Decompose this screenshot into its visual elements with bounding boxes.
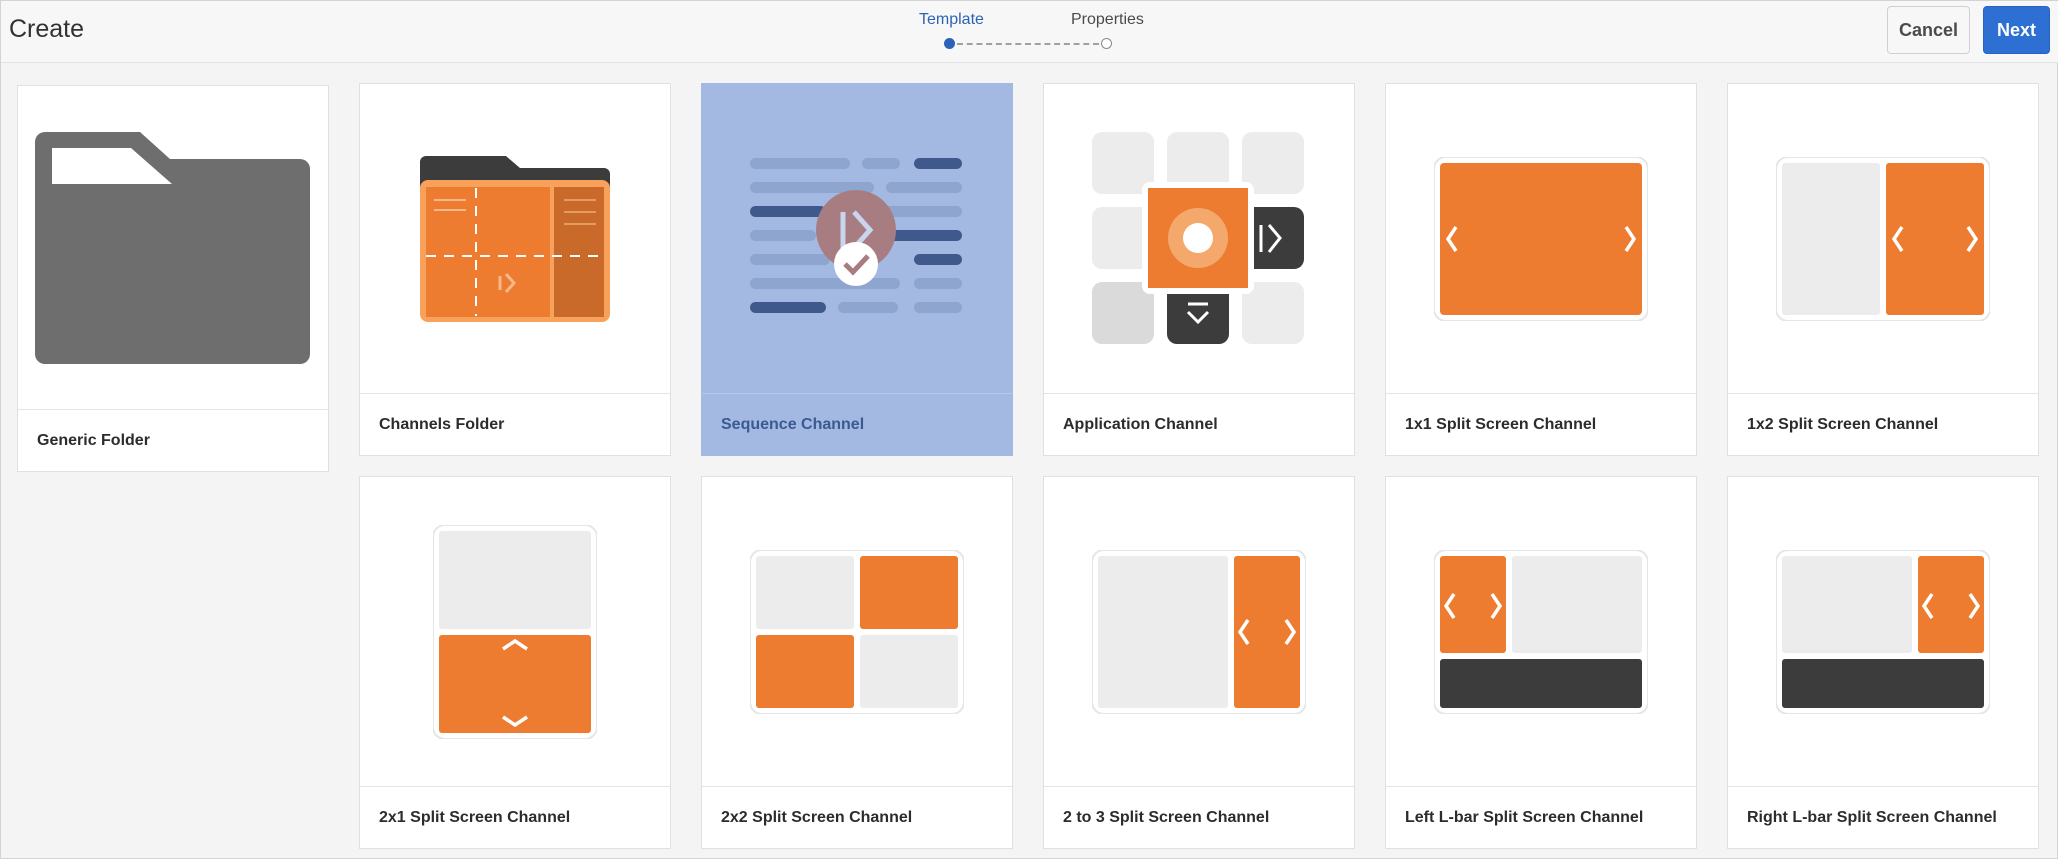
application-channel-icon <box>1044 84 1354 394</box>
template-label: Right L-bar Split Screen Channel <box>1728 786 2038 848</box>
split-2to3-icon <box>1044 477 1354 787</box>
step-template-indicator <box>944 38 955 49</box>
template-label: 2x2 Split Screen Channel <box>702 786 1012 848</box>
split-2x1-icon <box>360 477 670 787</box>
template-card-2x2-split[interactable]: 2x2 Split Screen Channel <box>701 476 1013 849</box>
step-properties-indicator <box>1101 38 1112 49</box>
template-label: Application Channel <box>1044 393 1354 455</box>
wizard-stepper: Template Properties <box>901 9 1161 53</box>
template-card-2x1-split[interactable]: 2x1 Split Screen Channel <box>359 476 671 849</box>
template-label: 1x1 Split Screen Channel <box>1386 393 1696 455</box>
split-1x2-icon <box>1728 84 2038 394</box>
sequence-channel-icon <box>702 84 1012 394</box>
template-card-sequence-channel[interactable]: Sequence Channel <box>701 83 1013 456</box>
right-lbar-icon <box>1728 477 2038 787</box>
next-button[interactable]: Next <box>1983 6 2050 54</box>
step-template[interactable]: Template <box>919 11 984 29</box>
header-bar: Create Template Properties Cancel Next <box>1 1 2058 63</box>
template-label: 2 to 3 Split Screen Channel <box>1044 786 1354 848</box>
template-card-1x1-split[interactable]: 1x1 Split Screen Channel <box>1385 83 1697 456</box>
create-dialog: Create Template Properties Cancel Next G… <box>0 0 2058 859</box>
page-title: Create <box>9 15 85 43</box>
template-label: 1x2 Split Screen Channel <box>1728 393 2038 455</box>
cancel-button[interactable]: Cancel <box>1887 6 1970 54</box>
template-label: Generic Folder <box>18 409 328 471</box>
generic-folder-icon <box>18 86 328 410</box>
template-label: Left L-bar Split Screen Channel <box>1386 786 1696 848</box>
template-card-right-lbar[interactable]: Right L-bar Split Screen Channel <box>1727 476 2039 849</box>
template-card-1x2-split[interactable]: 1x2 Split Screen Channel <box>1727 83 2039 456</box>
template-card-application-channel[interactable]: Application Channel <box>1043 83 1355 456</box>
step-properties[interactable]: Properties <box>1071 11 1144 29</box>
step-connector <box>957 43 1099 45</box>
channels-folder-icon <box>360 84 670 394</box>
left-lbar-icon <box>1386 477 1696 787</box>
template-card-generic-folder[interactable]: Generic Folder <box>17 85 329 472</box>
template-card-left-lbar[interactable]: Left L-bar Split Screen Channel <box>1385 476 1697 849</box>
template-card-2to3-split[interactable]: 2 to 3 Split Screen Channel <box>1043 476 1355 849</box>
template-label: 2x1 Split Screen Channel <box>360 786 670 848</box>
template-label: Sequence Channel <box>702 393 1012 455</box>
split-2x2-icon <box>702 477 1012 787</box>
template-card-channels-folder[interactable]: Channels Folder <box>359 83 671 456</box>
split-1x1-icon <box>1386 84 1696 394</box>
template-label: Channels Folder <box>360 393 670 455</box>
